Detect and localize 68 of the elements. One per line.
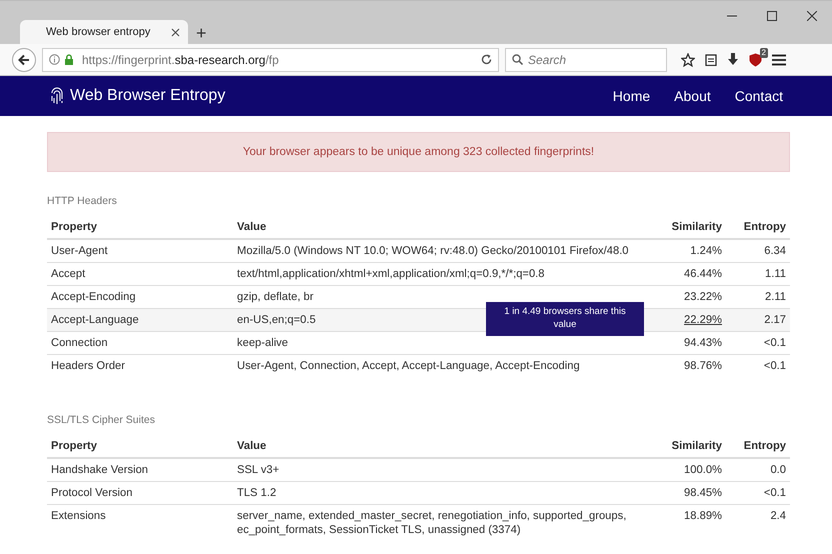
- address-bar[interactable]: https://fingerprint.sba-research.org/fp: [42, 48, 499, 72]
- table-cell: User-Agent: [47, 239, 233, 262]
- table-cell: Handshake Version: [47, 458, 233, 482]
- new-tab-button[interactable]: +: [196, 24, 207, 42]
- reload-icon[interactable]: [481, 54, 492, 65]
- back-arrow-icon: [18, 54, 30, 66]
- fingerprint-icon: [50, 86, 64, 106]
- lock-icon: [64, 54, 74, 65]
- table-cell: Mozilla/5.0 (Windows NT 10.0; WOW64; rv:48.0) Gecko/20100101 Firefox/48.0: [233, 239, 636, 262]
- column-header: Value: [233, 215, 636, 239]
- url-text: https://fingerprint.sba-research.org/fp: [82, 52, 279, 68]
- info-icon: [49, 54, 60, 65]
- tooltip: 1 in 4.49 browsers share this value: [486, 302, 644, 336]
- table-cell: 98.76%: [636, 354, 726, 377]
- tab-title: Web browser entropy: [46, 24, 150, 40]
- table-cell: Extensions: [47, 504, 233, 541]
- section-heading: HTTP Headers: [47, 194, 118, 208]
- shield-icon[interactable]: [749, 52, 762, 66]
- column-header: Property: [47, 434, 233, 458]
- table-cell: server_name, extended_master_secret, renegotiation_info, supported_groups, ec_point_formats, SessionTicket TLS, unassigned (3374): [233, 504, 636, 541]
- table-cell: User-Agent, Connection, Accept, Accept-Language, Accept-Encoding: [233, 354, 636, 377]
- download-icon[interactable]: [727, 53, 739, 66]
- table-cell: text/html,application/xhtml+xml,application/xml;q=0.9,*/*;q=0.8: [233, 262, 636, 286]
- table-cell: Accept: [47, 262, 233, 286]
- search-icon: [512, 54, 523, 65]
- table-cell: <0.1: [726, 332, 790, 354]
- table-cell: 98.45%: [636, 482, 726, 504]
- table-cell: SSL v3+: [233, 458, 636, 482]
- table-cell: <0.1: [726, 482, 790, 504]
- column-header: Entropy: [726, 215, 790, 239]
- badge-count: 2: [760, 48, 768, 58]
- nav-link[interactable]: Home: [612, 86, 650, 106]
- maximize-icon[interactable]: [767, 11, 777, 21]
- table-cell: 46.44%: [636, 262, 726, 286]
- table-cell: <0.1: [726, 354, 790, 377]
- table-cell: 100.0%: [636, 458, 726, 482]
- clipboard-icon[interactable]: [705, 53, 717, 66]
- column-header: Similarity: [636, 434, 726, 458]
- nav-link[interactable]: About: [674, 86, 711, 106]
- table-cell: Accept-Language: [47, 308, 233, 332]
- table-cell: TLS 1.2: [233, 482, 636, 504]
- table-cell: 1.24%: [636, 239, 726, 262]
- search-field[interactable]: Search: [505, 48, 667, 72]
- table-cell: 1.11: [726, 262, 790, 286]
- star-icon[interactable]: [681, 52, 695, 66]
- table-cell: Headers Order: [47, 354, 233, 377]
- browser-tab[interactable]: Web browser entropy: [20, 20, 188, 44]
- back-button[interactable]: [12, 48, 36, 72]
- table-cell: 0.0: [726, 458, 790, 482]
- table-cell: 94.43%: [636, 332, 726, 354]
- menu-icon[interactable]: [772, 54, 786, 66]
- table-cell: 6.34: [726, 239, 790, 262]
- close-icon[interactable]: [807, 11, 817, 21]
- nav-link[interactable]: Contact: [734, 86, 783, 106]
- column-header: Value: [233, 434, 636, 458]
- close-icon[interactable]: [171, 28, 180, 36]
- column-header: Similarity: [636, 215, 726, 239]
- alert-message: Your browser appears to be unique among 323 collected fingerprints!: [47, 132, 790, 172]
- table-cell: Protocol Version: [47, 482, 233, 504]
- column-header: Entropy: [726, 434, 790, 458]
- table-cell: 2.17: [726, 308, 790, 332]
- table-cell: 18.89%: [636, 504, 726, 541]
- table-cell: 2.4: [726, 504, 790, 541]
- section-heading: SSL/TLS Cipher Suites: [47, 413, 156, 427]
- site-title[interactable]: Web Browser Entropy: [70, 84, 226, 108]
- table-cell: keep-alive: [233, 332, 636, 354]
- column-header: Property: [47, 215, 233, 239]
- table-cell: Connection: [47, 332, 233, 354]
